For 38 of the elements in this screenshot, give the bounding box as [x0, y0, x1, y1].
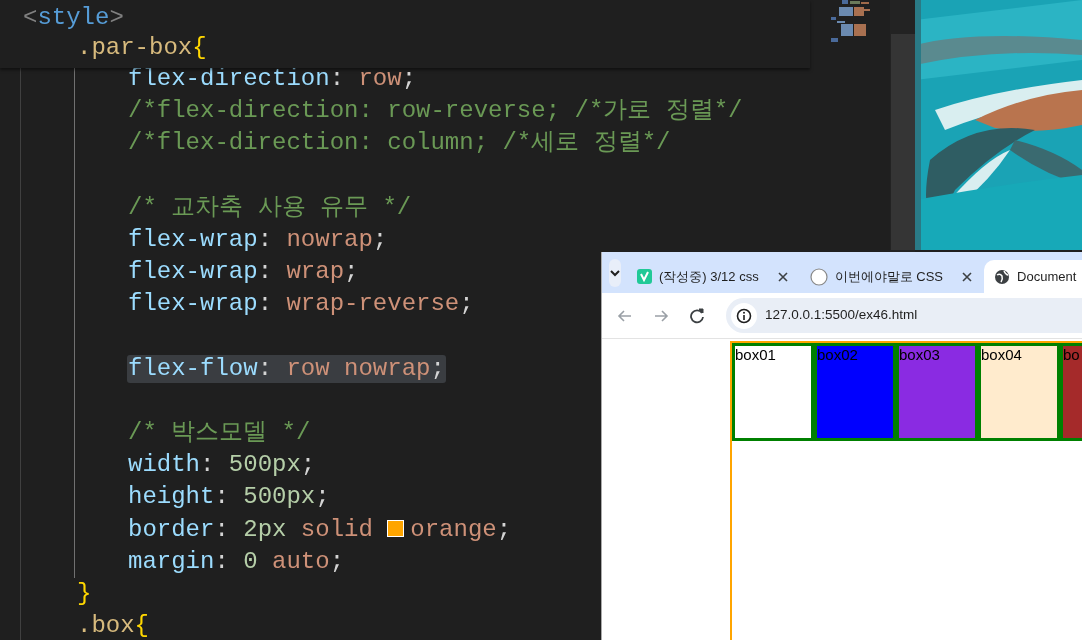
info-icon [736, 307, 752, 324]
code-line: width: 500px; [127, 451, 317, 480]
code-line: flex-wrap: wrap; [127, 258, 360, 287]
avatar-icon [809, 267, 828, 286]
close-icon[interactable] [777, 271, 788, 282]
flex-item: box02 [814, 343, 896, 441]
back-icon [617, 307, 633, 324]
flex-item: box03 [896, 343, 978, 441]
code-line: .box{ [76, 612, 150, 640]
flex-item: box01 [732, 343, 814, 441]
browser-tab[interactable]: Document [984, 260, 1082, 293]
code-line: /*flex-direction: row-reverse; /*가로 정렬*/ [127, 97, 744, 126]
scrollbar-thumb[interactable] [891, 34, 915, 250]
code-line: margin: 0 auto; [127, 547, 346, 576]
code-line: .par-box{ [76, 34, 208, 62]
code-line: /* 박스모델 */ [127, 419, 312, 448]
code-line: flex-wrap: wrap-reverse; [127, 290, 475, 319]
close-icon[interactable] [962, 271, 973, 282]
forward-icon [653, 307, 669, 324]
site-icon [637, 269, 652, 284]
code-line: flex-wrap: nowrap; [127, 225, 389, 254]
flex-item: bo [1060, 343, 1082, 441]
tab-list-button[interactable] [609, 259, 621, 287]
code-line: /*flex-direction: column; /*세로 정렬*/ [127, 129, 672, 158]
code-line: /* 교차축 사용 유무 */ [127, 193, 413, 222]
code-line: height: 500px; [127, 483, 331, 512]
code-line: } [76, 580, 93, 608]
browser-tab[interactable]: 이번에야말로 CSS [799, 260, 983, 293]
color-swatch[interactable] [387, 519, 405, 537]
code-line: flex-direction: row; [127, 65, 418, 93]
reload-icon [689, 307, 705, 324]
address-bar[interactable]: 127.0.0.1:5500/ex46.html [726, 298, 1082, 333]
code-line: <style> [22, 4, 125, 32]
flex-item: box04 [978, 343, 1060, 441]
code-line: border: 2px solid orange; [127, 515, 513, 544]
globe-icon [994, 268, 1011, 285]
chevron-down-icon [609, 269, 621, 277]
browser-tab[interactable]: (작성중) 3/12 css [627, 260, 798, 293]
